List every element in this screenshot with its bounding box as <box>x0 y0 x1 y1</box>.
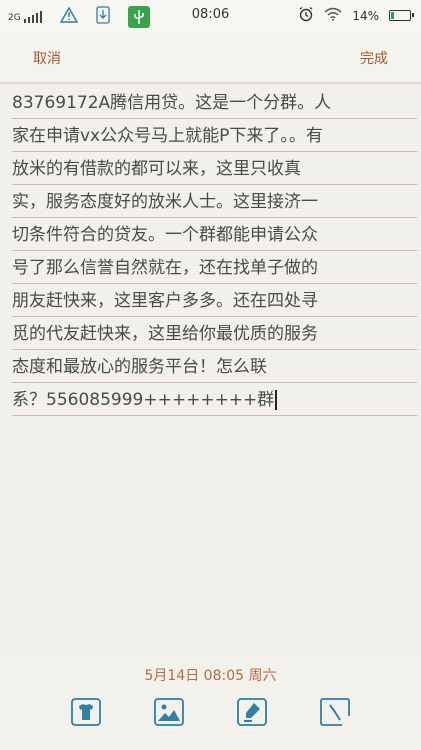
note-line: 83769172A腾信用贷。这是一个分群。人 <box>12 86 417 119</box>
note-line-text: 态度和最放心的服务平台！怎么联 <box>12 357 267 377</box>
bottom-toolbar <box>0 690 421 750</box>
note-line: 号了那么信誉自然就在，还在找单子做的 <box>12 251 417 284</box>
note-line-text: 系？556085999++++++++群 <box>12 385 277 415</box>
image-icon[interactable] <box>154 698 184 726</box>
cancel-button[interactable]: 取消 <box>33 48 61 68</box>
note-date: 5月14日 08:05 周六 <box>144 668 277 684</box>
wifi-icon <box>324 7 342 24</box>
note-line: 放米的有借款的都可以来，这里只收真 <box>12 152 417 185</box>
battery-icon <box>389 10 414 21</box>
note-text-area[interactable]: 83769172A腾信用贷。这是一个分群。人 家在申请vx公众号马上就能P下来了。… <box>12 86 417 416</box>
note-line-text: 放米的有借款的都可以来，这里只收真 <box>12 159 301 179</box>
note-line-text: 号了那么信誉自然就在，还在找单子做的 <box>12 258 318 278</box>
battery-percent: 14% <box>352 8 379 23</box>
clock-icon[interactable] <box>320 698 350 726</box>
note-line-text: 觅的代友赶快来，这里给你最优质的服务 <box>12 324 318 344</box>
editor-header: 取消 完成 <box>0 32 421 84</box>
theme-icon[interactable] <box>71 698 101 726</box>
done-button[interactable]: 完成 <box>360 48 388 68</box>
note-line: 觅的代友赶快来，这里给你最优质的服务 <box>12 317 417 350</box>
status-right: 14% <box>298 6 414 25</box>
alarm-icon <box>298 6 314 25</box>
note-line: 朋友赶快来，这里客户多多。还在四处寻 <box>12 284 417 317</box>
note-editor[interactable]: 83769172A腾信用贷。这是一个分群。人 家在申请vx公众号马上就能P下来了。… <box>0 86 421 656</box>
note-line: 切条件符合的贷友。一个群都能申请公众 <box>12 218 417 251</box>
note-line-text: 切条件符合的贷友。一个群都能申请公众 <box>12 225 318 245</box>
note-line: 实，服务态度好的放米人士。这里接济一 <box>12 185 417 218</box>
note-line-text: 83769172A腾信用贷。这是一个分群。人 <box>12 93 332 113</box>
note-line: 态度和最放心的服务平台！怎么联 <box>12 350 417 383</box>
text-cursor <box>275 390 277 410</box>
note-line-text: 家在申请vx公众号马上就能P下来了。。有 <box>12 126 323 146</box>
note-line-text: 朋友赶快来，这里客户多多。还在四处寻 <box>12 291 318 311</box>
note-line: 系？556085999++++++++群 <box>12 383 417 416</box>
note-line: 家在申请vx公众号马上就能P下来了。。有 <box>12 119 417 152</box>
note-line-text: 实，服务态度好的放米人士。这里接济一 <box>12 192 318 212</box>
status-bar: 2G 08:06 14% <box>0 0 421 32</box>
marker-icon[interactable] <box>237 698 267 726</box>
